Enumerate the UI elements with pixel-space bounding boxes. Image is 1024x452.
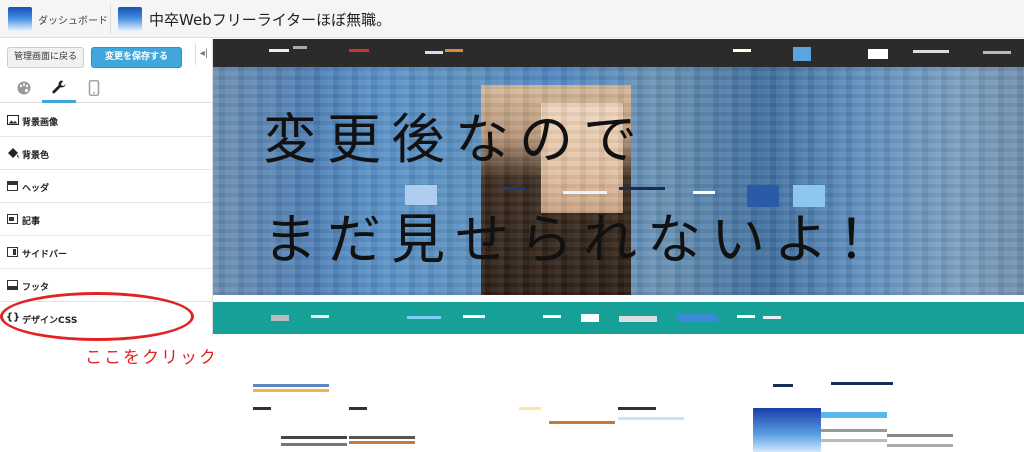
design-tabs [0,73,212,103]
menu-item-label: 記事 [22,217,41,227]
tab-theme[interactable] [7,73,41,103]
menu-item-article[interactable]: 記事 [0,203,212,236]
blog-preview: 変更後なので まだ見せられないよ！ [213,39,1024,452]
image-icon [7,115,19,125]
menu-item-label: ヘッダ [22,184,50,194]
header-overlay-text-line1: 変更後なので [263,108,647,171]
menu-item-header[interactable]: ヘッダ [0,170,212,203]
menu-item-label: 背景画像 [22,118,59,128]
blog-header-image: 変更後なので まだ見せられないよ！ [213,67,1024,295]
header-overlay-text-line2: まだ見せられないよ！ [263,208,902,271]
tab-customize[interactable] [42,73,76,103]
topbar-divider [110,4,111,34]
dashboard-link[interactable]: ダッシュボード [38,12,108,27]
save-changes-button[interactable]: 変更を保存する [91,47,182,68]
menu-item-label: フッタ [22,283,50,293]
blog-icon[interactable] [118,7,142,31]
admin-topbar: ダッシュボード 中卒Webフリーライターほぼ無職。 [0,0,1024,38]
menu-item-background-image[interactable]: 背景画像 [0,104,212,137]
tab-smartphone[interactable] [77,73,111,103]
wrench-icon [52,80,66,94]
footer-layout-icon [7,280,18,290]
red-circle-annotation [0,292,194,341]
blog-title[interactable]: 中卒Webフリーライターほぼ無職。 [149,9,391,30]
back-to-admin-button[interactable]: 管理画面に戻る [7,47,84,68]
article-layout-icon [7,214,18,224]
design-sidebar: 管理画面に戻る 変更を保存する ◂| 背景画像 背景色 ヘッダ 記事 サイドバー… [0,39,213,452]
menu-item-label: 背景色 [22,151,50,161]
palette-icon [17,81,31,95]
menu-item-label: サイドバー [22,250,68,260]
header-layout-icon [7,181,18,191]
paint-bucket-icon [8,148,19,158]
menu-item-background-color[interactable]: 背景色 [0,137,212,170]
sidebar-layout-icon [7,247,18,257]
smartphone-icon [88,80,100,96]
preview-navbar [213,39,1024,67]
hatena-blog-logo-icon[interactable] [8,7,32,31]
collapse-sidebar-icon[interactable]: ◂| [195,43,212,65]
preview-global-header-bar [213,302,1024,334]
menu-item-sidebar[interactable]: サイドバー [0,236,212,269]
